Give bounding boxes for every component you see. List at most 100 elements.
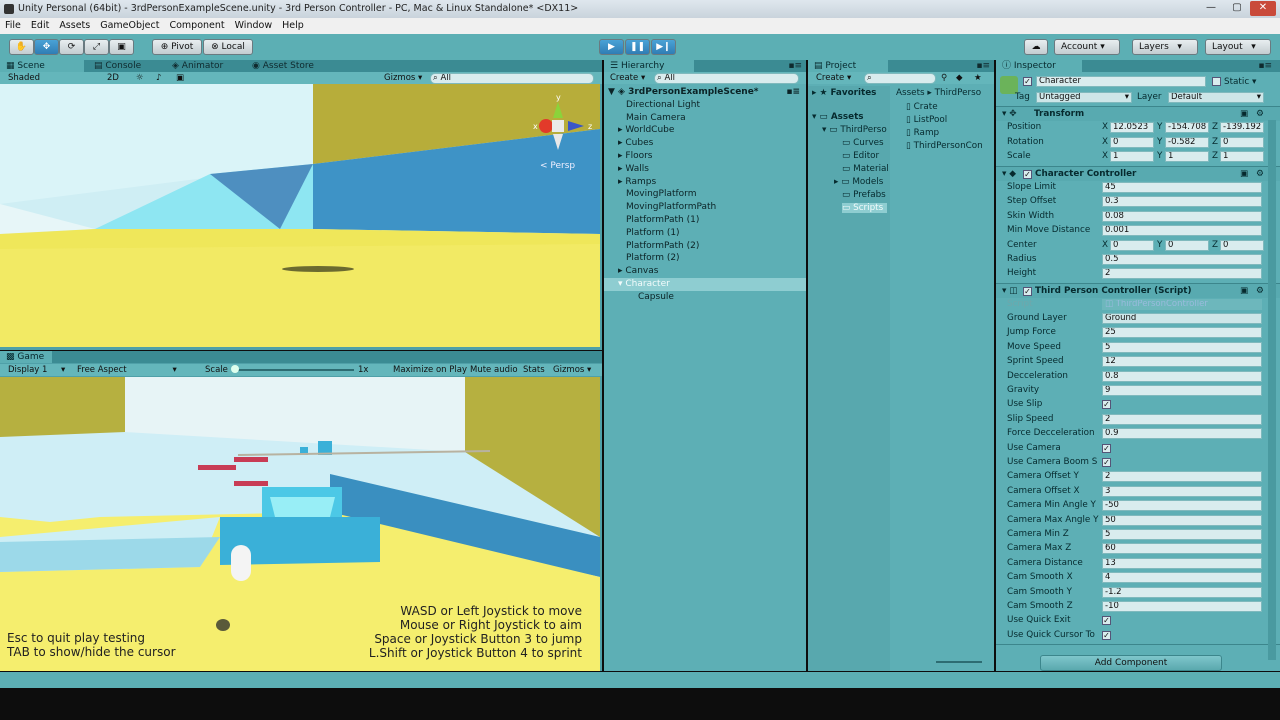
settings-gear-icon[interactable]: ⚙ xyxy=(1256,286,1264,296)
hierarchy-item-selected[interactable]: ▾ Character xyxy=(604,277,806,291)
transform-y-field[interactable]: -0.582 xyxy=(1165,136,1209,148)
effects-icon[interactable]: ▣ xyxy=(176,72,184,84)
tab-project[interactable]: ▤ Project xyxy=(808,60,888,72)
step-button[interactable]: ▶❙ xyxy=(651,39,676,55)
tpc-value-field[interactable]: 4 xyxy=(1102,572,1262,584)
rect-tool-icon[interactable]: ▣ xyxy=(109,39,134,55)
center-x-field[interactable]: 0 xyxy=(1110,239,1154,251)
help-icon[interactable]: ▣ xyxy=(1240,169,1248,179)
tpc-value-field[interactable]: -10 xyxy=(1102,601,1262,612)
tab-inspector[interactable]: ⓘ Inspector xyxy=(996,60,1082,72)
filter-type-icon[interactable]: ⚲ xyxy=(941,72,947,84)
tpc-value-field[interactable]: 5 xyxy=(1102,341,1262,353)
maximize-button[interactable]: ▢ xyxy=(1224,1,1250,16)
script-file[interactable]: ▯ Crate xyxy=(906,102,938,112)
folder-item[interactable]: ▭ Editor xyxy=(842,151,879,161)
account-dropdown[interactable]: Account ▾ xyxy=(1054,39,1120,55)
transform-y-field[interactable]: -154.708 xyxy=(1165,122,1209,133)
hierarchy-item[interactable]: ▸ Walls xyxy=(604,163,806,176)
persp-label[interactable]: < Persp xyxy=(540,161,575,171)
tpc-value-field[interactable]: 0.9 xyxy=(1102,428,1262,440)
transform-z-field[interactable]: 1 xyxy=(1220,151,1264,162)
folder-item[interactable]: ▭ Prefabs xyxy=(842,190,886,200)
transform-z-field[interactable]: 0 xyxy=(1220,136,1264,148)
minimize-button[interactable]: — xyxy=(1198,1,1224,16)
cc-value-field[interactable]: 0.3 xyxy=(1102,196,1262,208)
menu-file[interactable]: File xyxy=(0,18,26,34)
scale-tool-icon[interactable]: ⤢ xyxy=(84,39,109,55)
transform-header[interactable]: ▾ ✥ Transform ▣ ⚙ xyxy=(996,106,1280,121)
audio-icon[interactable]: ♪ xyxy=(156,72,161,84)
tpc-value-field[interactable]: 9 xyxy=(1102,385,1262,396)
hierarchy-item[interactable]: MovingPlatformPath xyxy=(604,201,806,214)
object-name-field[interactable]: Character xyxy=(1036,76,1206,87)
help-icon[interactable]: ▣ xyxy=(1240,286,1248,296)
menu-gameobject[interactable]: GameObject xyxy=(95,18,164,34)
center-y-field[interactable]: 0 xyxy=(1165,239,1209,251)
static-label[interactable]: Static ▾ xyxy=(1224,77,1256,87)
folder-item[interactable]: ▭ Material xyxy=(842,164,889,174)
tpc-value-field[interactable]: 60 xyxy=(1102,543,1262,555)
hierarchy-item[interactable]: ▸ Floors xyxy=(604,150,806,163)
tpc-value-field[interactable]: 12 xyxy=(1102,356,1262,368)
script-file[interactable]: ▯ Ramp xyxy=(906,128,939,138)
hierarchy-item[interactable]: MovingPlatform xyxy=(604,188,806,201)
add-component-button[interactable]: Add Component xyxy=(1040,655,1222,671)
hierarchy-item[interactable]: Platform (2) xyxy=(604,252,806,265)
tpc-checkbox[interactable]: ✓ xyxy=(1102,458,1111,467)
tab-asset-store[interactable]: ◉ Asset Store xyxy=(246,60,320,72)
layout-dropdown[interactable]: Layout ▾ xyxy=(1205,39,1271,55)
cc-enabled-checkbox[interactable]: ✓ xyxy=(1023,170,1032,179)
tpc-value-field[interactable]: 5 xyxy=(1102,529,1262,540)
menu-help[interactable]: Help xyxy=(277,18,309,34)
transform-z-field[interactable]: -139.192 xyxy=(1220,122,1264,133)
hierarchy-item[interactable]: Main Camera xyxy=(604,112,806,125)
tpc-value-field[interactable]: 2 xyxy=(1102,413,1262,425)
folder-item[interactable]: ▭ Curves xyxy=(842,138,884,148)
hierarchy-create-dropdown[interactable]: Create ▾ xyxy=(610,72,645,84)
menu-window[interactable]: Window xyxy=(230,18,277,34)
center-z-field[interactable]: 0 xyxy=(1220,239,1264,251)
cc-value-field[interactable]: 2 xyxy=(1102,268,1262,280)
settings-gear-icon[interactable]: ⚙ xyxy=(1256,109,1264,119)
cc-value-field[interactable]: 45 xyxy=(1102,182,1262,193)
hierarchy-item[interactable]: Directional Light xyxy=(604,99,806,112)
panel-menu-icon[interactable]: ▪≡ xyxy=(1258,60,1272,72)
tpc-value-field[interactable]: 2 xyxy=(1102,471,1262,483)
panel-menu-icon[interactable]: ▪≡ xyxy=(976,60,990,72)
menu-component[interactable]: Component xyxy=(164,18,229,34)
favorites-folder[interactable]: ▸ ★ Favorites xyxy=(812,88,876,98)
lighting-icon[interactable]: ☼ xyxy=(136,72,144,84)
maximize-on-play-toggle[interactable]: Maximize on Play xyxy=(393,364,467,376)
tpc-checkbox[interactable]: ✓ xyxy=(1102,616,1111,626)
tpc-value-field[interactable]: 50 xyxy=(1102,514,1262,526)
tpc-value-field[interactable]: -50 xyxy=(1102,500,1262,512)
folder-item[interactable]: ▾ ▭ ThirdPerso xyxy=(822,125,887,135)
hierarchy-search-input[interactable]: ⌕ All xyxy=(654,73,799,84)
mute-audio-toggle[interactable]: Mute audio xyxy=(470,364,518,376)
icon-size-slider[interactable] xyxy=(936,661,982,663)
tpc-value-field[interactable]: 3 xyxy=(1102,485,1262,497)
ground-layer-dropdown[interactable]: Ground xyxy=(1102,313,1262,324)
transform-x-field[interactable]: 1 xyxy=(1110,151,1154,162)
hierarchy-item[interactable]: PlatformPath (2) xyxy=(604,240,806,253)
scale-slider-thumb[interactable] xyxy=(231,365,239,373)
tpc-value-field[interactable]: -1.2 xyxy=(1102,586,1262,598)
filter-label-icon[interactable]: ◆ xyxy=(956,72,963,84)
hierarchy-item[interactable]: ▸ Cubes xyxy=(604,137,806,150)
tab-console[interactable]: ▤ Console xyxy=(88,60,147,72)
script-file[interactable]: ▯ ThirdPersonCon xyxy=(906,141,983,151)
tpc-checkbox[interactable]: ✓ xyxy=(1102,400,1111,410)
cc-value-field[interactable]: 0.5 xyxy=(1102,254,1262,265)
move-tool-icon[interactable]: ✥ xyxy=(34,39,59,55)
hierarchy-item[interactable]: ▸ Ramps xyxy=(604,176,806,189)
project-create-dropdown[interactable]: Create ▾ xyxy=(816,72,851,84)
hierarchy-item[interactable]: ▸ Canvas xyxy=(604,265,806,278)
transform-x-field[interactable]: 12.0523 xyxy=(1110,122,1154,133)
tag-dropdown[interactable]: Untagged ▾ xyxy=(1036,92,1132,103)
project-search-input[interactable]: ⌕ xyxy=(864,73,936,84)
tpc-header[interactable]: ▾ ◫ ✓ Third Person Controller (Script) ▣… xyxy=(996,283,1280,298)
close-button[interactable]: ✕ xyxy=(1250,1,1276,16)
layer-dropdown[interactable]: Default ▾ xyxy=(1168,92,1264,103)
settings-gear-icon[interactable]: ⚙ xyxy=(1256,169,1264,179)
